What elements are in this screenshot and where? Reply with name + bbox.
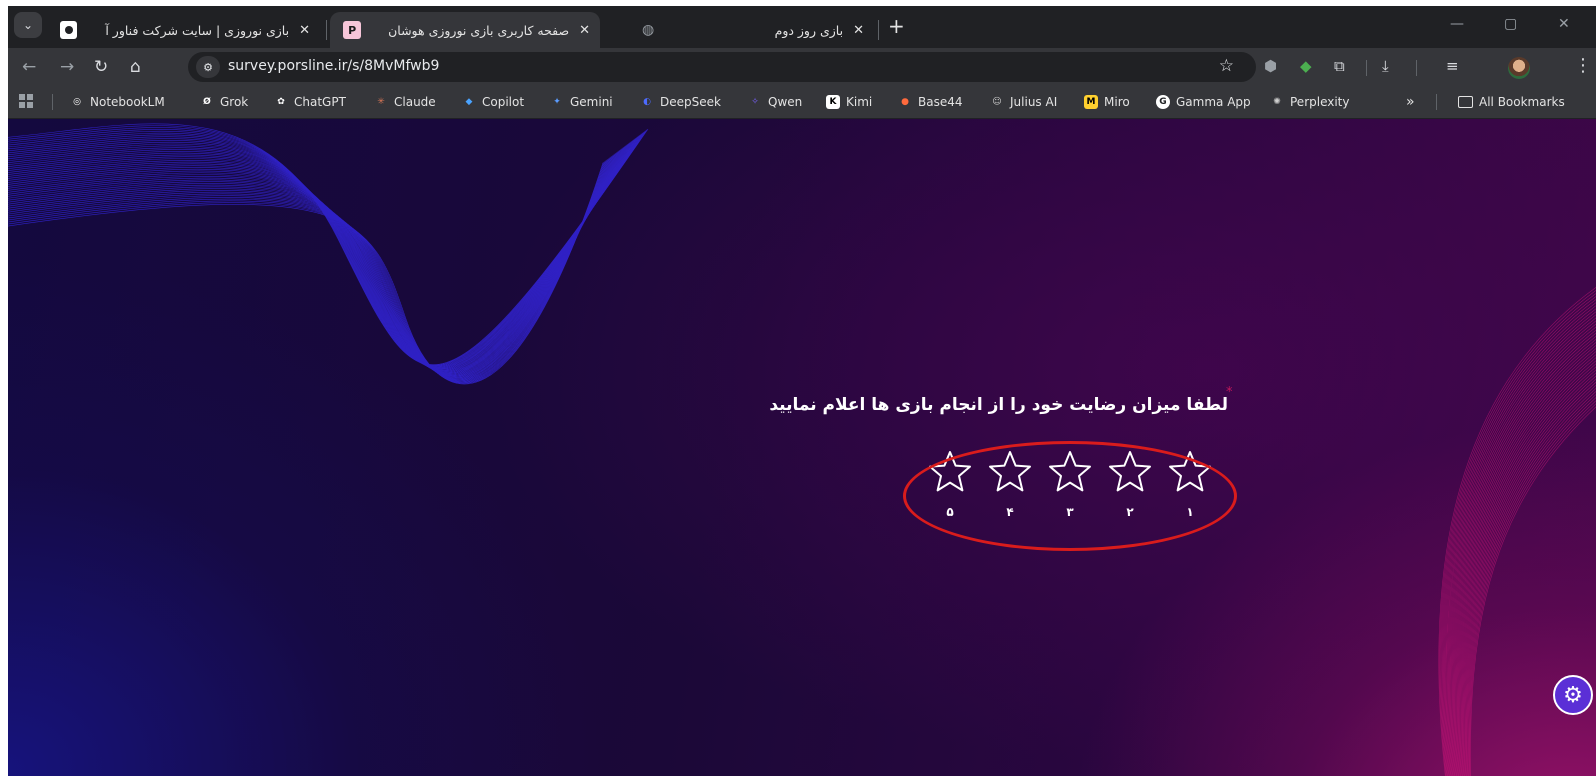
menu-icon[interactable]: ⋮ [1574,57,1592,75]
bookmark-label: Base44 [918,95,963,109]
annotation-ellipse [903,441,1237,551]
bookmark-label: Miro [1104,95,1130,109]
close-icon[interactable]: ✕ [579,23,590,38]
globe-icon: ◍ [641,22,655,38]
close-icon[interactable]: ✕ [299,23,310,38]
toolbar: ← → ↻ ⌂ ⚙ survey.porsline.ir/s/8MvMfwb9 … [8,48,1596,86]
bookmark-label: Qwen [768,95,803,109]
minimize-button[interactable]: — [1450,16,1464,32]
shield-extension-icon[interactable]: ⬢ [1264,57,1277,75]
bookmarks-separator [1436,94,1437,110]
survey-page: * لطفا میزان رضایت خود را از انجام بازی … [8,119,1596,776]
tab-title: بازی نوروزی | سایت شرکت فناور آ [105,22,290,38]
copilot-icon: ◆ [465,97,473,107]
bookmark-grok[interactable]: Ø Grok [200,93,248,111]
bookmark-miro[interactable]: M Miro [1084,93,1130,111]
tab-separator [878,20,879,40]
address-bar[interactable]: ⚙ survey.porsline.ir/s/8MvMfwb9 ☆ [188,52,1256,82]
bookmark-label: Gemini [570,95,613,109]
miro-icon: M [1084,95,1098,109]
bookmark-claude[interactable]: ✳ Claude [374,93,436,111]
settings-gear-icon[interactable]: ⚙ [1553,675,1593,715]
kimi-icon: K [826,95,840,109]
bookmark-chatgpt[interactable]: ✿ ChatGPT [274,93,346,111]
tab-title: صفحه کاربری بازی نوروزی هوشان [388,22,570,38]
deepseek-icon: ◐ [643,97,651,107]
bookmark-gamma-app[interactable]: G Gamma App [1156,93,1251,111]
extension-icon[interactable]: ◆ [1300,57,1312,75]
url-text[interactable]: survey.porsline.ir/s/8MvMfwb9 [228,58,439,74]
bookmark-label: Kimi [846,95,873,109]
chatgpt-icon: ✿ [277,97,285,107]
bookmark-label: DeepSeek [660,95,721,109]
download-icon[interactable]: ⤓ [1382,57,1389,75]
bookmarks-overflow-button[interactable]: » [1406,93,1415,111]
claude-icon: ✳ [377,97,385,107]
forward-button[interactable]: → [60,57,74,77]
qwen-icon: ✧ [751,97,759,107]
bookmark-deepseek[interactable]: ◐ DeepSeek [640,93,721,111]
bookmarks-bar: ◎ NotebookLM Ø Grok ✿ ChatGPT ✳ Claude ◆ Copi… [8,86,1596,119]
bookmark-label: Claude [394,95,436,109]
reading-list-icon[interactable]: ≡ [1446,57,1459,75]
gamma-icon: G [1156,95,1170,109]
tab-title: بازی روز دوم [774,22,844,38]
bookmark-label: All Bookmarks [1479,95,1565,109]
tab-hooshan[interactable]: ✕ صفحه کاربری بازی نوروزی هوشان P [330,12,600,48]
browser-window: ⌄ ✕ بازی نوروزی | سایت شرکت فناور آ ✕ صف… [8,6,1596,776]
toolbar-separator [1366,60,1367,76]
bookmark-qwen[interactable]: ✧ Qwen [748,93,802,111]
bookmark-kimi[interactable]: K Kimi [826,93,872,111]
reload-button[interactable]: ↻ [94,57,108,77]
bookmark-notebooklm[interactable]: ◎ NotebookLM [70,93,165,111]
tab-second-day[interactable]: ✕ بازی روز دوم ◍ [612,12,874,48]
profile-avatar[interactable] [1508,57,1530,79]
bookmark-base44[interactable]: ● Base44 [898,93,963,111]
bookmark-perplexity[interactable]: ✺ Perplexity [1270,93,1350,111]
bookmark-label: NotebookLM [90,95,165,109]
grok-icon: Ø [203,97,211,107]
notebooklm-icon: ◎ [73,97,81,107]
apps-grid-icon[interactable] [19,94,33,108]
folder-icon [1458,96,1473,108]
bookmark-label: Copilot [482,95,525,109]
back-button[interactable]: ← [22,57,36,77]
tab-strip: ⌄ ✕ بازی نوروزی | سایت شرکت فناور آ ✕ صف… [8,6,1596,48]
all-bookmarks-button[interactable]: All Bookmarks [1458,93,1565,111]
restore-button[interactable]: ▢ [1504,16,1517,32]
site-info-icon[interactable]: ⚙ [196,56,220,78]
home-button[interactable]: ⌂ [130,57,141,77]
close-icon[interactable]: ✕ [853,23,864,38]
base44-icon: ● [901,97,909,107]
bookmark-gemini[interactable]: ✦ Gemini [550,93,613,111]
new-tab-button[interactable]: + [888,16,905,36]
bookmark-label: Gamma App [1176,95,1251,109]
perplexity-icon: ✺ [1273,97,1281,107]
bookmark-label: ChatGPT [294,95,346,109]
tab-separator [326,20,327,40]
site-favicon-icon [60,21,78,39]
porsline-favicon-icon: P [343,21,362,39]
gemini-icon: ✦ [553,97,561,107]
bookmark-star-icon[interactable]: ☆ [1219,56,1234,76]
tab-search-button[interactable]: ⌄ [14,12,42,38]
bookmark-label: Julius AI [1010,95,1058,109]
bookmark-copilot[interactable]: ◆ Copilot [462,93,525,111]
tab-fanavar[interactable]: ✕ بازی نوروزی | سایت شرکت فناور آ [52,12,320,48]
extensions-puzzle-icon[interactable]: ⧉ [1334,57,1345,75]
bookmark-label: Perplexity [1290,95,1350,109]
background-waves [8,123,1596,776]
toolbar-separator [1416,60,1417,76]
bookmark-julius-ai[interactable]: ☺ Julius AI [990,93,1057,111]
question-text: لطفا میزان رضایت خود را از انجام بازی ها… [769,395,1228,415]
bookmark-label: Grok [220,95,249,109]
julius-icon: ☺ [992,97,1002,107]
bookmarks-separator [52,94,53,110]
close-window-button[interactable]: ✕ [1558,16,1570,32]
